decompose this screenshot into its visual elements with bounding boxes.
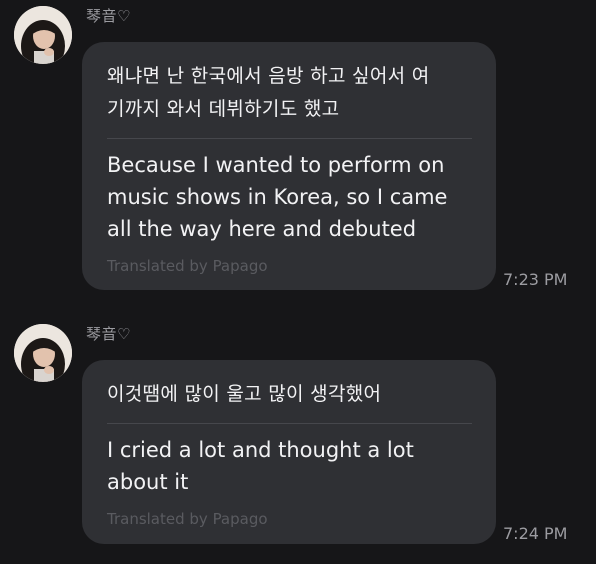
avatar[interactable] [14, 6, 72, 64]
chat-view: 琴音♡ 왜냐면 난 한국에서 음방 하고 싶어서 여 기까지 와서 데뷔하기도 … [0, 0, 596, 564]
translation-divider [107, 423, 472, 424]
message-timestamp: 7:23 PM [503, 270, 568, 289]
translation-credit: Translated by Papago [107, 510, 268, 528]
message-bubble[interactable]: 왜냐면 난 한국에서 음방 하고 싶어서 여 기까지 와서 데뷔하기도 했고 B… [82, 42, 496, 290]
translation-divider [107, 138, 472, 139]
translated-text: Because I wanted to perform on music sho… [107, 153, 448, 241]
original-text: 왜냐면 난 한국에서 음방 하고 싶어서 여 기까지 와서 데뷔하기도 했고 [107, 65, 430, 120]
avatar-photo [14, 6, 72, 64]
translation-credit: Translated by Papago [107, 257, 268, 275]
avatar[interactable] [14, 324, 72, 382]
sender-name: 琴音♡ [86, 325, 131, 343]
avatar-photo [14, 324, 72, 382]
message-timestamp: 7:24 PM [503, 524, 568, 543]
original-text: 이것땜에 많이 울고 많이 생각했어 [107, 383, 382, 405]
message-bubble[interactable]: 이것땜에 많이 울고 많이 생각했어 I cried a lot and tho… [82, 360, 496, 544]
sender-name: 琴音♡ [86, 7, 131, 25]
translated-text: I cried a lot and thought a lot about it [107, 438, 414, 494]
